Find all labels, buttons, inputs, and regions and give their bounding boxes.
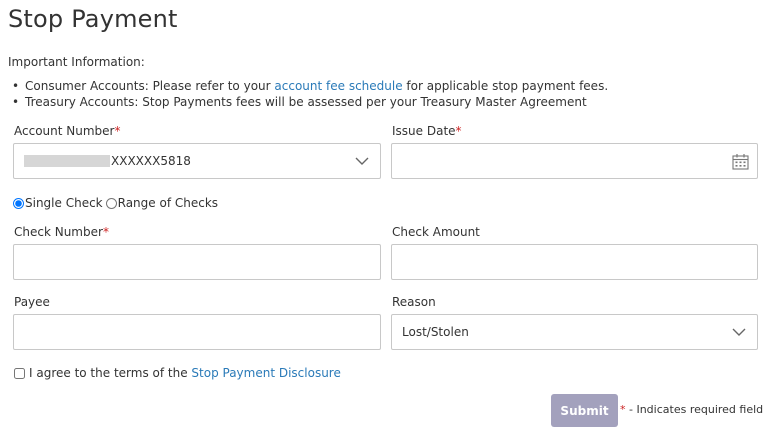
chevron-down-icon bbox=[732, 328, 746, 336]
range-of-checks-option[interactable]: Range of Checks bbox=[105, 196, 219, 210]
consumer-accounts-note: Consumer Accounts: Please refer to your … bbox=[12, 78, 608, 94]
issue-date-label: Issue Date* bbox=[392, 124, 462, 138]
payee-input[interactable] bbox=[13, 314, 381, 350]
check-mode-radio-group: Single Check Range of Checks bbox=[13, 196, 218, 210]
masked-account-bar bbox=[24, 155, 110, 167]
agree-terms-text: I agree to the terms of the bbox=[29, 366, 192, 380]
page-title: Stop Payment bbox=[8, 5, 178, 33]
account-number-label-text: Account Number bbox=[14, 124, 115, 138]
payee-label: Payee bbox=[14, 295, 50, 309]
check-number-input[interactable] bbox=[13, 244, 381, 280]
consumer-note-prefix: Consumer Accounts: Please refer to your bbox=[25, 79, 275, 93]
check-number-label: Check Number* bbox=[14, 225, 109, 239]
check-number-label-text: Check Number bbox=[14, 225, 103, 239]
account-number-select[interactable]: XXXXXX5818 bbox=[13, 143, 381, 179]
calendar-icon[interactable] bbox=[732, 153, 749, 170]
issue-date-input[interactable] bbox=[391, 143, 758, 179]
account-number-value: XXXXXX5818 bbox=[111, 154, 191, 168]
issue-date-label-text: Issue Date bbox=[392, 124, 456, 138]
required-field-note-text: - Indicates required field bbox=[625, 403, 764, 416]
check-amount-input[interactable] bbox=[391, 244, 758, 280]
important-info-list: Consumer Accounts: Please refer to your … bbox=[12, 78, 608, 110]
stop-payment-disclosure-link[interactable]: Stop Payment Disclosure bbox=[191, 366, 340, 380]
range-of-checks-label: Range of Checks bbox=[117, 196, 219, 210]
agree-terms-checkbox[interactable] bbox=[14, 367, 25, 379]
required-marker: * bbox=[102, 225, 109, 239]
check-amount-label: Check Amount bbox=[392, 225, 480, 239]
treasury-accounts-note: Treasury Accounts: Stop Payments fees wi… bbox=[12, 94, 608, 110]
important-info-heading: Important Information: bbox=[8, 55, 145, 69]
required-field-note: * - Indicates required field bbox=[620, 403, 763, 416]
required-marker: * bbox=[114, 124, 121, 138]
required-marker: * bbox=[455, 124, 462, 138]
account-number-label: Account Number* bbox=[14, 124, 120, 138]
reason-value: Lost/Stolen bbox=[402, 325, 469, 339]
agree-terms-row: I agree to the terms of the Stop Payment… bbox=[14, 366, 341, 380]
submit-button[interactable]: Submit bbox=[551, 394, 618, 427]
reason-label: Reason bbox=[392, 295, 436, 309]
single-check-radio[interactable] bbox=[13, 197, 24, 209]
reason-select[interactable]: Lost/Stolen bbox=[391, 314, 758, 350]
single-check-option[interactable]: Single Check bbox=[13, 196, 103, 210]
chevron-down-icon bbox=[355, 157, 369, 165]
range-of-checks-radio[interactable] bbox=[105, 197, 117, 209]
consumer-note-suffix: for applicable stop payment fees. bbox=[402, 79, 609, 93]
single-check-label: Single Check bbox=[25, 196, 103, 210]
account-fee-schedule-link[interactable]: account fee schedule bbox=[274, 79, 402, 93]
